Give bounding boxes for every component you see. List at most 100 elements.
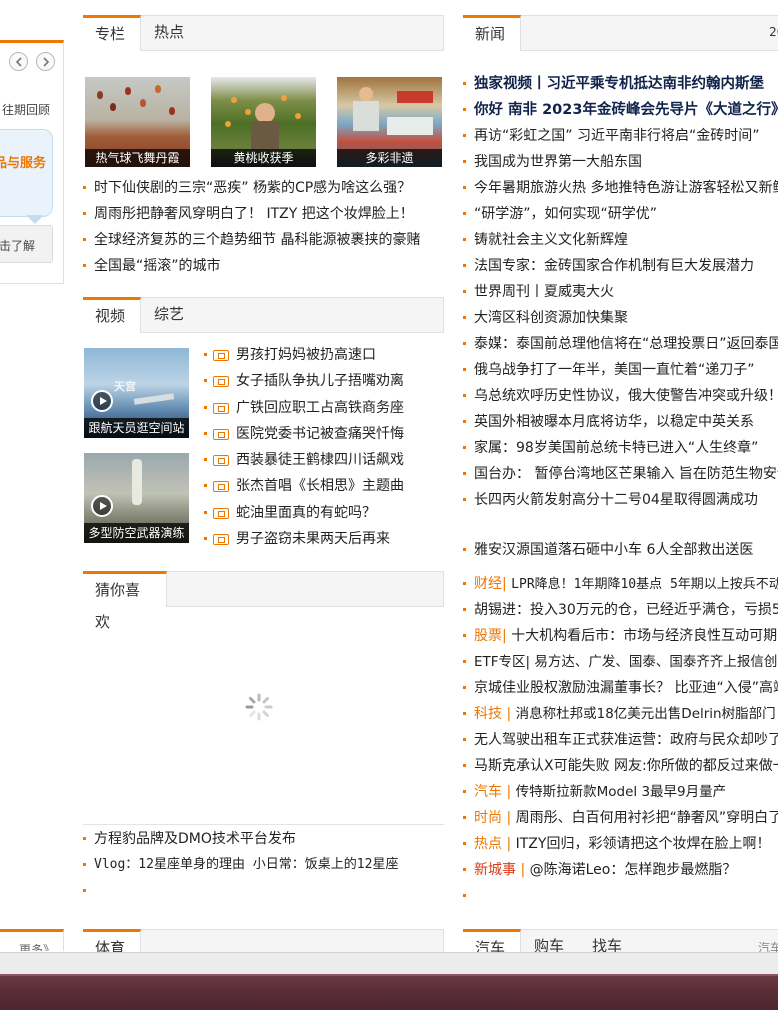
video-list-item[interactable]: 医院党委书记被查痛哭忏悔 [204,421,404,447]
video-icon [213,350,229,361]
news-item[interactable]: 乌总统欢呼历史性协议，俄大使警告冲突或升级！ [463,383,778,409]
news-date: 202 [769,25,778,39]
news-item[interactable]: 大湾区科创资源加快集聚 [463,305,778,331]
news-item[interactable]: 今年暑期旅游火热 多地推特色游让游客轻松又新鲜 [463,175,778,201]
news-item[interactable]: 俄乌战争打了一年半，美国一直忙着“递刀子” [463,357,778,383]
tagged-news-item[interactable]: 新城事 | @陈海诺Leo：怎样跑步最燃脂？ [463,857,778,883]
past-review-link[interactable]: 往期回顾 [2,101,50,118]
tagged-news-item[interactable] [463,883,778,909]
tab-columns[interactable]: 专栏 [83,15,141,51]
guess-list: 方程豹品牌及DMO技术平台发布 Vlog：12星座单身的理由 小日常：饭桌上的1… [83,826,444,904]
video-caption[interactable]: 多型防空武器演练 [84,523,189,543]
news-item[interactable]: 家属：98岁美国前总统卡特已进入“人生终章” [463,435,778,461]
left-panel-nav [9,52,55,71]
category-tag[interactable]: 新城事 [474,862,516,878]
tab-video[interactable]: 视频 [83,297,141,333]
category-tag[interactable]: 财经 [474,576,502,592]
tagged-news-list: 财经| LPR降息！1年期降10基点 5年期以上按兵不动 胡锡进：投入30万元的… [463,571,778,909]
news-list: 独家视频丨习近平乘专机抵达南非约翰内斯堡 你好 南非 2023年金砖峰会先导片《… [463,71,778,513]
heritage-photo[interactable]: 多彩非遗 [337,77,442,167]
list-item[interactable] [83,878,444,904]
news-headline-bold[interactable]: 独家视频丨习近平乘专机抵达南非约翰内斯堡 [463,71,778,97]
tab-guess-you-like[interactable]: 猜你喜欢 [83,571,167,631]
tagged-news-item[interactable]: 汽车 | 传特斯拉新款Model 3最早9月量产 [463,779,778,805]
divider [83,824,444,825]
list-item[interactable]: 全球经济复苏的三个趋势细节 晶科能源被裹挟的豪赌 [83,227,444,253]
tagged-news-item[interactable]: ETF专区| 易方达、广发、国泰、国泰齐齐上报信创ETF [463,649,778,675]
news-extra-list: 雅安汉源国道落石砸中小车 6人全部救出送医 [463,537,778,563]
category-tag[interactable]: 时尚 [474,810,502,826]
list-item[interactable]: Vlog：12星座单身的理由 小日常：饭桌上的12星座 [83,852,444,878]
more-link[interactable]: 更多》 [19,941,55,951]
news-item[interactable]: 铸就社会主义文化新辉煌 [463,227,778,253]
peach-photo[interactable]: 黄桃收获季 [211,77,316,167]
category-tag[interactable]: 股票 [474,628,502,644]
list-item[interactable]: 周雨彤把静奢风穿明白了！ ITZY 把这个妆焊脸上！ [83,201,444,227]
news-item[interactable]: 国台办： 暂停台湾地区芒果输入 旨在防范生物安全 [463,461,778,487]
video-icon [213,376,229,388]
play-icon[interactable] [91,390,113,412]
bubble-tail [26,215,44,224]
photo-caption[interactable]: 热气球飞舞丹霞 [85,149,190,167]
promo-bubble-text[interactable]: 品与服务 [0,152,46,171]
category-tag[interactable]: 热点 [474,836,502,852]
video-list-item[interactable]: 女子插队争执儿子捂嘴劝离 [204,368,404,394]
video-thumb-space[interactable]: 天宫 跟航天员逛空间站 [84,348,189,438]
video-list-item[interactable]: 蛇油里面真的有蛇吗？ [204,500,404,526]
learn-more-label[interactable]: 击了解 [0,237,35,254]
news-item[interactable]: 泰媒：泰国前总理他信将在“总理投票日”返回泰国 [463,331,778,357]
category-tag[interactable]: 科技 [474,706,502,722]
news-item[interactable]: 英国外相被曝本月底将访华，以稳定中英关系 [463,409,778,435]
news-item[interactable]: 我国成为世界第一大船东国 [463,149,778,175]
video-icon [213,481,229,493]
tagged-news-item[interactable]: 财经| LPR降息！1年期降10基点 5年期以上按兵不动 [463,571,778,597]
prev-arrow-button[interactable] [9,52,28,71]
next-arrow-button[interactable] [36,52,55,71]
balloon-photo[interactable]: 热气球飞舞丹霞 [85,77,190,167]
tagged-news-item[interactable]: 股票| 十大机构看后市：市场与经济良性互动可期 [463,623,778,649]
list-item[interactable]: 方程豹品牌及DMO技术平台发布 [83,826,444,852]
video-list-item[interactable]: 广铁回应职工占高铁商务座 [204,395,404,421]
left-bottom-panel: 更多》 [0,929,64,951]
tab-variety[interactable]: 综艺 [142,297,196,333]
news-item[interactable]: 长四丙火箭发射高分十二号04星取得圆满成功 [463,487,778,513]
video-list-item[interactable]: 张杰首唱《长相思》主题曲 [204,473,404,499]
news-headline-bold[interactable]: 你好 南非 2023年金砖峰会先导片《大道之行》 [463,97,778,123]
taskbar-highlight [0,974,778,976]
tagged-news-item[interactable]: 京城佳业股权激励浊漏董事长？ 比亚迪“入侵”高端 [463,675,778,701]
photo-caption[interactable]: 黄桃收获季 [211,149,316,167]
video-thumb-air-defense[interactable]: 多型防空武器演练 [84,453,189,543]
news-item[interactable]: 世界周刊丨夏威夷大火 [463,279,778,305]
video-tabbar: 视频 综艺 [83,297,444,333]
photo-caption[interactable]: 多彩非遗 [337,149,442,167]
news-item[interactable]: “研学游”，如何实现“研学优” [463,201,778,227]
play-icon[interactable] [91,495,113,517]
tab-news[interactable]: 新闻 [463,15,521,51]
news-item[interactable]: 法国专家：金砖国家合作机制有巨大发展潜力 [463,253,778,279]
list-item[interactable]: 全国最“摇滚”的城市 [83,253,444,279]
columns-headline-list: 时下仙侠剧的三宗“恶疾” 杨紫的CP感为啥这么强？ 周雨彤把静奢风穿明白了！ I… [83,175,444,279]
news-item[interactable]: 雅安汉源国道落石砸中小车 6人全部救出送医 [463,537,778,563]
tab-hot[interactable]: 热点 [142,15,196,51]
promo-bubble [0,129,53,217]
video-list-item[interactable]: 男子盗窃未果两天后再来 [204,526,404,552]
tagged-news-item[interactable]: 无人驾驶出租车正式获准运营：政府与民众却吵了起来 [463,727,778,753]
tagged-news-item[interactable]: 马斯克承认X可能失败 网友:你所做的都反过来做一遍 [463,753,778,779]
video-list-item[interactable]: 西装暴徒王鹤棣四川话飙戏 [204,447,404,473]
loading-spinner-icon [245,693,273,721]
tagged-news-item[interactable]: 胡锡进：投入30万元的仓，已经近乎满仓，亏损5万 [463,597,778,623]
list-item[interactable]: 时下仙侠剧的三宗“恶疾” 杨紫的CP感为啥这么强？ [83,175,444,201]
video-list-item[interactable]: 男孩打妈妈被扔高速口 [204,342,404,368]
video-icon [213,402,229,414]
browser-status-bar [0,952,778,974]
chevron-right-icon [42,56,49,67]
category-tag[interactable]: 汽车 [474,784,502,800]
photo-row: 热气球飞舞丹霞 黄桃收获季 多彩非遗 [85,77,442,167]
tagged-news-item[interactable]: 时尚 | 周雨彤、白百何用衬衫把“静奢风”穿明白了 [463,805,778,831]
columns-tabbar: 专栏 热点 [83,15,444,51]
news-item[interactable]: 再访“彩虹之国” 习近平南非行将启“金砖时间” [463,123,778,149]
tagged-news-item[interactable]: 科技 | 消息称杜邦或18亿美元出售Delrin树脂部门 [463,701,778,727]
tagged-news-item[interactable]: 热点 | ITZY回归，彩领请把这个妆焊在脸上啊！ [463,831,778,857]
taskbar [0,974,778,1010]
video-caption[interactable]: 跟航天员逛空间站 [84,418,189,438]
